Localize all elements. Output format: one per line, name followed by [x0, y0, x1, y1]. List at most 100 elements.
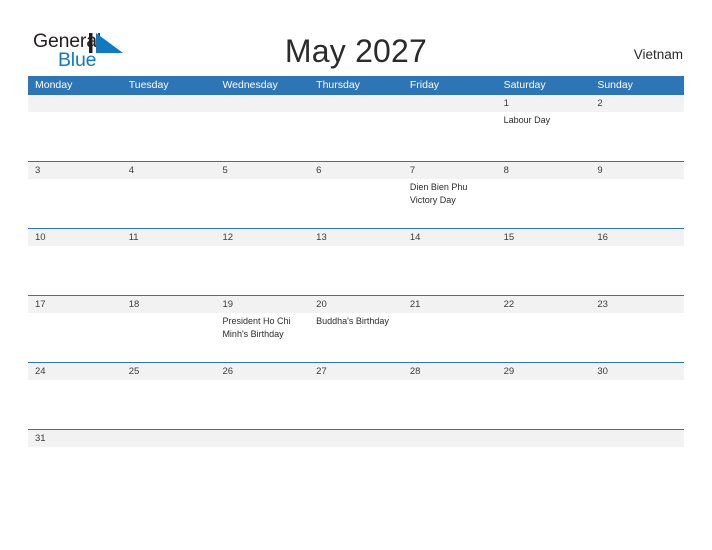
day-number[interactable]: 10: [28, 229, 122, 246]
day-cell: [309, 447, 403, 469]
holiday-label: Buddha's Birthday: [316, 316, 389, 326]
day-number-empty: [215, 95, 309, 112]
calendar-weeks: 1 2 Labour Day 3 4 5 6 7 8 9 Dien Bien Phu Victory…: [28, 95, 684, 469]
week-event-band: [28, 380, 684, 429]
day-number[interactable]: 31: [28, 430, 122, 447]
week-date-band: 12: [28, 95, 684, 112]
day-number[interactable]: 12: [215, 229, 309, 246]
day-number[interactable]: 3: [28, 162, 122, 179]
day-number[interactable]: 17: [28, 296, 122, 313]
day-cell: [28, 112, 122, 161]
day-number[interactable]: 18: [122, 296, 216, 313]
day-number-empty: [309, 430, 403, 447]
day-number[interactable]: 7: [403, 162, 497, 179]
calendar-week-row: 10 11 12 13 14 15 16: [28, 228, 684, 295]
weekday-header-friday: Friday: [409, 79, 440, 91]
day-cell: [590, 179, 684, 228]
day-number[interactable]: 19: [215, 296, 309, 313]
day-cell: [590, 313, 684, 362]
day-number[interactable]: 23: [590, 296, 684, 313]
day-number[interactable]: 4: [122, 162, 216, 179]
day-number[interactable]: 20: [309, 296, 403, 313]
calendar-week-row: 24 25 26 27 28 29 30: [28, 362, 684, 429]
day-cell: [215, 246, 309, 295]
holiday-label: Dien Bien Phu Victory Day: [409, 182, 468, 205]
page-header: General Blue May 2027 Vietnam: [0, 0, 712, 76]
day-number[interactable]: 16: [590, 229, 684, 246]
day-cell: [215, 179, 309, 228]
day-number[interactable]: 29: [497, 363, 591, 380]
day-cell: [403, 380, 497, 429]
day-cell: [403, 112, 497, 161]
day-cell: [28, 313, 122, 362]
day-cell: [590, 246, 684, 295]
day-cell: [497, 179, 591, 228]
day-cell: [403, 313, 497, 362]
week-event-band: President Ho Chi Minh's Birthday Buddha's…: [28, 313, 684, 362]
day-cell: [497, 447, 591, 469]
week-event-band: [28, 246, 684, 295]
day-cell: [122, 313, 216, 362]
calendar-week-row: 17 18 19 20 21 22 23 President Ho Chi Minh's Bi…: [28, 295, 684, 362]
weekday-header-monday: Monday: [35, 79, 73, 91]
day-number[interactable]: 27: [309, 363, 403, 380]
day-cell: [309, 380, 403, 429]
day-number[interactable]: 22: [497, 296, 591, 313]
day-cell: [497, 380, 591, 429]
day-number-empty: [403, 95, 497, 112]
day-cell: [122, 179, 216, 228]
day-number-empty: [122, 95, 216, 112]
week-date-band: 24 25 26 27 28 29 30: [28, 363, 684, 380]
day-number[interactable]: 28: [403, 363, 497, 380]
day-number-empty: [497, 430, 591, 447]
day-number[interactable]: 1: [497, 95, 591, 112]
day-number[interactable]: 26: [215, 363, 309, 380]
day-cell: [590, 112, 684, 161]
day-number[interactable]: 21: [403, 296, 497, 313]
weekday-header-tuesday: Tuesday: [128, 79, 169, 91]
day-cell: [403, 447, 497, 469]
day-cell: [590, 380, 684, 429]
day-cell: [28, 246, 122, 295]
day-cell: [403, 246, 497, 295]
week-date-band: 3456789: [28, 162, 684, 179]
week-date-band: 31: [28, 430, 684, 447]
day-cell: Dien Bien Phu Victory Day: [403, 179, 497, 228]
day-number[interactable]: 14: [403, 229, 497, 246]
day-number[interactable]: 11: [122, 229, 216, 246]
week-event-band: [28, 447, 684, 469]
day-number[interactable]: 2: [590, 95, 684, 112]
day-number[interactable]: 6: [309, 162, 403, 179]
day-number[interactable]: 8: [497, 162, 591, 179]
calendar-week-row: 3 4 5 6 7 8 9 Dien Bien Phu Victory Day: [28, 161, 684, 228]
day-cell: [28, 179, 122, 228]
day-number[interactable]: 5: [215, 162, 309, 179]
calendar-week-row: 31: [28, 429, 684, 469]
day-number[interactable]: 25: [122, 363, 216, 380]
day-number-empty: [215, 430, 309, 447]
day-number[interactable]: 9: [590, 162, 684, 179]
day-cell: [122, 112, 216, 161]
week-date-band: 17 18 19 20 21 22 23: [28, 296, 684, 313]
day-cell: [122, 380, 216, 429]
day-cell: [309, 246, 403, 295]
weekday-header-saturday: Saturday: [503, 79, 546, 91]
day-cell: Buddha's Birthday: [309, 313, 403, 362]
day-number[interactable]: 30: [590, 363, 684, 380]
day-cell: [215, 447, 309, 469]
day-cell: [122, 447, 216, 469]
day-number[interactable]: 15: [497, 229, 591, 246]
day-number[interactable]: 24: [28, 363, 122, 380]
day-number[interactable]: 13: [309, 229, 403, 246]
day-cell: [590, 447, 684, 469]
day-number-empty: [590, 430, 684, 447]
week-date-band: 10 11 12 13 14 15 16: [28, 229, 684, 246]
day-cell: [309, 112, 403, 161]
day-cell: [497, 313, 591, 362]
week-event-band: Labour Day: [28, 112, 684, 161]
day-cell: [215, 380, 309, 429]
day-cell: Labour Day: [497, 112, 591, 161]
day-number-empty: [403, 430, 497, 447]
day-number-empty: [28, 95, 122, 112]
day-cell: [122, 246, 216, 295]
